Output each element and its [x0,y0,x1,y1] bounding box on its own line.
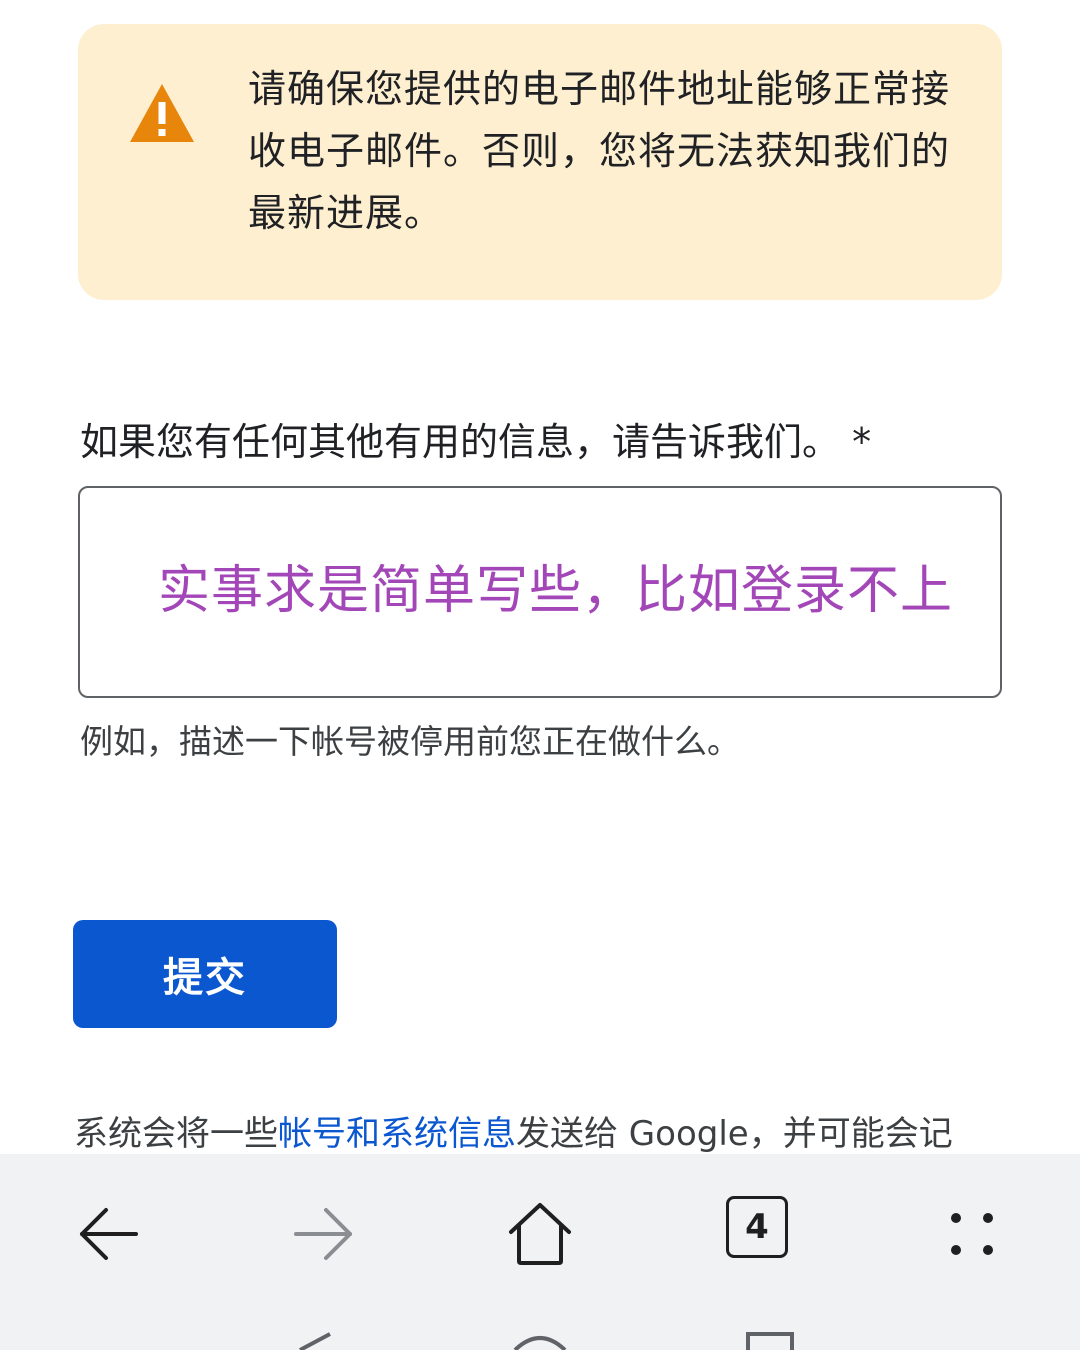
footer-notice: 系统会将一些帐号和系统信息发送给 Google，并可能会记 [74,1108,953,1160]
home-icon [509,1203,571,1265]
browser-toolbar: 4 [0,1154,1080,1350]
info-field-label: 如果您有任何其他有用的信息，请告诉我们。 * [80,420,872,464]
warning-line: 请确保您提供的电子邮件地址能够正常接 [248,67,951,111]
field-hint: 例如，描述一下帐号被停用前您正在做什么。 [80,722,740,761]
back-button[interactable] [68,1194,148,1274]
home-button[interactable] [500,1194,580,1274]
tab-switcher-button[interactable]: 4 [726,1196,788,1258]
warning-icon [130,84,194,142]
footer-text-after: 发送给 Google，并可能会记 [516,1114,953,1154]
textarea-value: 实事求是简单写些，比如登录不上 [158,561,954,621]
menu-dots-icon [951,1213,993,1255]
footer-text-before: 系统会将一些 [74,1114,278,1154]
warning-line: 收电子邮件。否则，您将无法获知我们的 [248,129,951,173]
submit-button[interactable]: 提交 [73,920,337,1028]
warning-text: 请确保您提供的电子邮件地址能够正常接 收电子邮件。否则，您将无法获知我们的 最新… [248,58,1008,244]
account-info-link[interactable]: 帐号和系统信息 [278,1114,516,1154]
warning-line: 最新进展。 [248,191,444,235]
forward-arrow-icon [294,1208,352,1260]
info-textarea[interactable]: 实事求是简单写些，比如登录不上 [78,486,1002,698]
back-arrow-icon [80,1208,138,1260]
system-navigation-bar [299,1332,794,1350]
forward-button[interactable] [284,1194,364,1274]
menu-button[interactable] [932,1194,1012,1274]
